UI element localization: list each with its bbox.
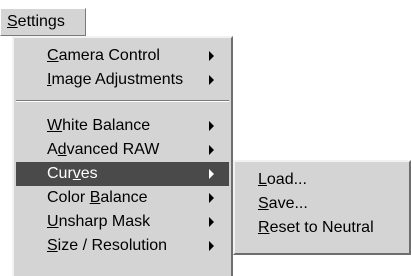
settings-menu: Camera Control Image Adjustments White B…: [12, 36, 233, 276]
submenu-arrow-icon: [209, 145, 214, 155]
submenu-item-load[interactable]: Load...: [237, 168, 407, 192]
menu-item-curves[interactable]: Curves: [16, 162, 229, 186]
submenu-arrow-icon: [209, 51, 214, 61]
submenu-arrow-icon: [209, 121, 214, 131]
menu-item-image-adjustments[interactable]: Image Adjustments: [16, 68, 229, 92]
submenu-arrow-icon: [209, 193, 214, 203]
menu-separator: [16, 100, 229, 102]
submenu-item-reset-to-neutral[interactable]: Reset to Neutral: [237, 216, 407, 240]
menu-settings[interactable]: Settings: [0, 8, 86, 36]
curves-submenu: Load... Save... Reset to Neutral: [233, 160, 411, 255]
menu-item-unsharp-mask[interactable]: Unsharp Mask: [16, 210, 229, 234]
submenu-arrow-icon: [209, 241, 214, 251]
menu-item-camera-control[interactable]: Camera Control: [16, 44, 229, 68]
submenu-arrow-icon: [209, 169, 214, 179]
submenu-item-save[interactable]: Save...: [237, 192, 407, 216]
menu-item-advanced-raw[interactable]: Advanced RAW: [16, 138, 229, 162]
submenu-arrow-icon: [209, 75, 214, 85]
menu-item-size-resolution[interactable]: Size / Resolution: [16, 234, 229, 258]
submenu-arrow-icon: [209, 217, 214, 227]
menu-item-color-balance[interactable]: Color Balance: [16, 186, 229, 210]
menu-item-white-balance[interactable]: White Balance: [16, 114, 229, 138]
